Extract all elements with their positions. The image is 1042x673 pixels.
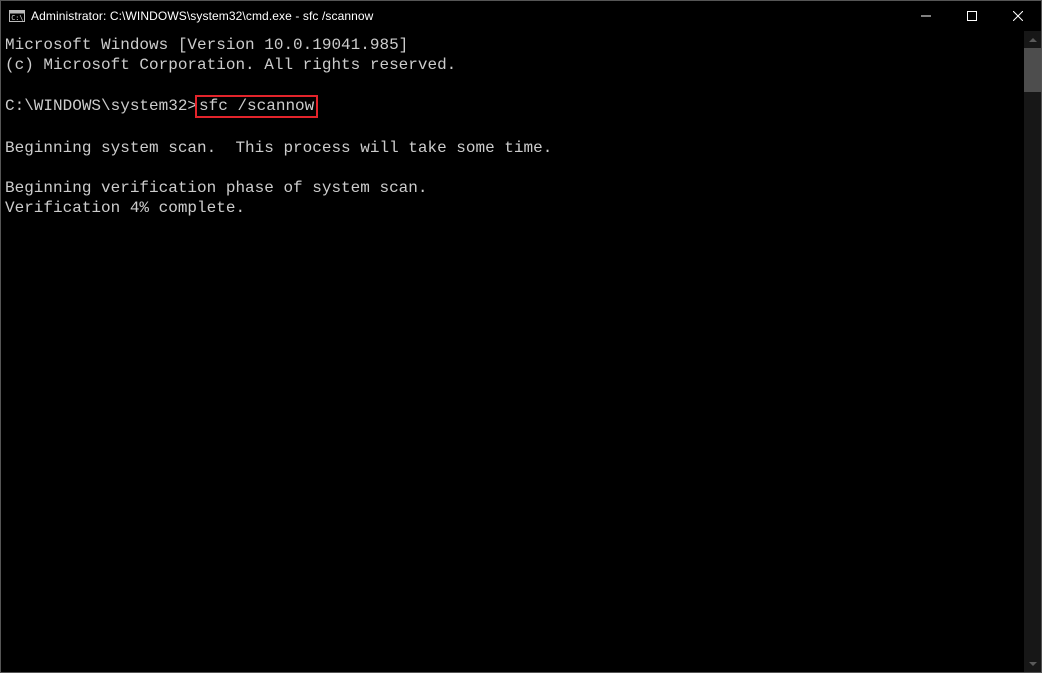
minimize-button[interactable] <box>903 1 949 31</box>
chevron-down-icon <box>1029 662 1037 666</box>
maximize-button[interactable] <box>949 1 995 31</box>
title-bar[interactable]: C:\ Administrator: C:\WINDOWS\system32\c… <box>1 1 1041 31</box>
highlighted-command: sfc /scannow <box>195 95 318 118</box>
close-button[interactable] <box>995 1 1041 31</box>
output-line: (c) Microsoft Corporation. All rights re… <box>5 56 456 74</box>
output-line: Verification 4% complete. <box>5 199 245 217</box>
window-buttons <box>903 1 1041 31</box>
console-area[interactable]: Microsoft Windows [Version 10.0.19041.98… <box>1 31 1041 672</box>
vertical-scrollbar[interactable] <box>1024 31 1041 672</box>
scroll-thumb[interactable] <box>1024 48 1041 92</box>
console-output: Microsoft Windows [Version 10.0.19041.98… <box>5 35 1021 668</box>
svg-text:C:\: C:\ <box>11 14 23 22</box>
chevron-up-icon <box>1029 38 1037 42</box>
scroll-up-button[interactable] <box>1024 31 1041 48</box>
cmd-icon: C:\ <box>9 8 25 24</box>
output-line: Beginning system scan. This process will… <box>5 139 552 157</box>
output-line: Microsoft Windows [Version 10.0.19041.98… <box>5 36 408 54</box>
prompt-text: C:\WINDOWS\system32> <box>5 97 197 115</box>
window-title: Administrator: C:\WINDOWS\system32\cmd.e… <box>31 9 373 23</box>
output-line: Beginning verification phase of system s… <box>5 179 427 197</box>
scroll-down-button[interactable] <box>1024 655 1041 672</box>
cmd-window: C:\ Administrator: C:\WINDOWS\system32\c… <box>0 0 1042 673</box>
